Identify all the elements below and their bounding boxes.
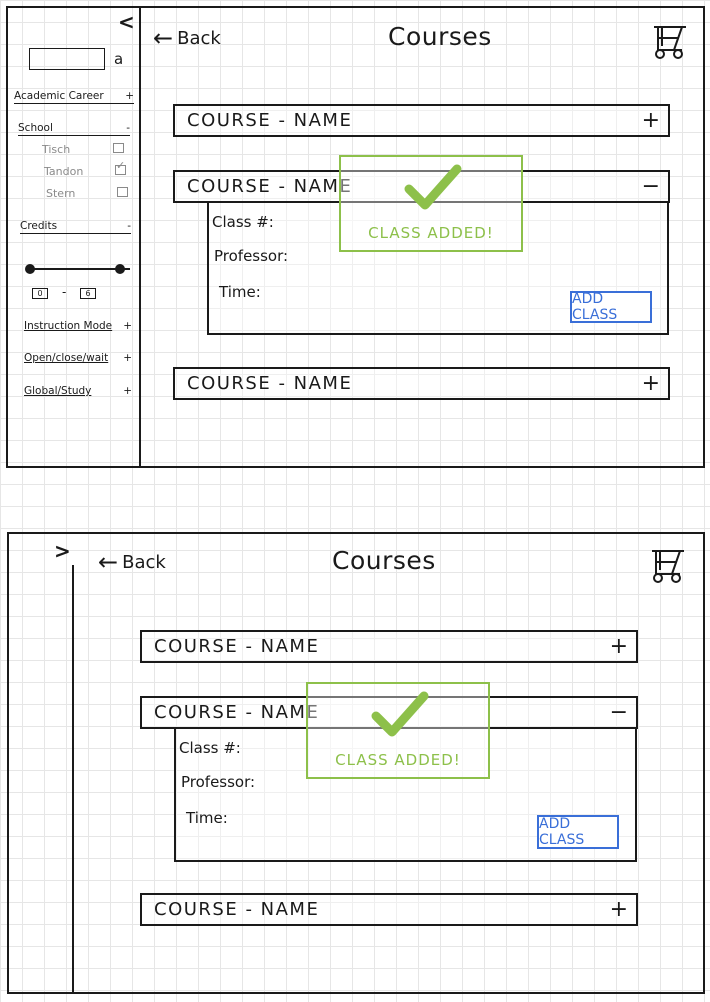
filter-academic-career-toggle[interactable]: + [125,90,134,102]
sidebar-expand-toggle[interactable]: > [54,539,71,563]
checkbox-checked[interactable] [115,159,126,175]
credits-range-separator: - [62,285,67,299]
filter-open-close-wait[interactable]: Open/close/wait + [24,352,132,365]
course-name: COURSE - NAME [154,899,320,920]
credits-max-input[interactable]: 6 [80,288,96,299]
search-icon[interactable]: a [114,50,123,68]
time-label: Time: [186,809,228,827]
checkbox[interactable] [113,143,124,153]
school-option-label: Tisch [42,143,71,156]
filter-open-close-wait-toggle[interactable]: + [123,352,132,364]
filter-credits-label: Credits [20,220,58,232]
page-title: Courses [332,546,436,575]
back-label: Back [122,551,166,573]
school-option-tisch[interactable]: Tisch [42,143,124,156]
class-number-label: Class #: [179,739,241,757]
back-arrow-icon: ← [98,548,119,576]
class-number-label: Class #: [212,213,274,231]
back-label: Back [177,27,221,49]
expand-toggle[interactable]: + [610,898,628,921]
search-input[interactable] [29,48,105,70]
back-button[interactable]: ← Back [98,550,166,574]
sidebar-collapse-toggle[interactable]: < [118,10,135,34]
course-row-collapsed[interactable]: COURSE - NAME + [140,893,638,926]
filter-instruction-mode-toggle[interactable]: + [123,320,132,332]
professor-label: Professor: [214,247,289,265]
add-class-button[interactable]: ADD CLASS [537,815,619,849]
filter-global-study-label: Global/Study [24,385,92,397]
class-added-toast: CLASS ADDED! [306,682,490,779]
collapse-toggle[interactable]: − [610,701,628,724]
school-option-stern[interactable]: Stern [46,187,128,200]
time-label: Time: [219,283,261,301]
filter-instruction-mode-label: Instruction Mode [24,320,113,332]
page-title: Courses [388,22,492,51]
back-arrow-icon: ← [153,24,174,52]
filter-credits[interactable]: Credits - [20,220,131,234]
course-name: COURSE - NAME [187,373,353,394]
checkmark-icon [371,691,429,737]
credits-slider-max-handle[interactable] [115,264,125,274]
filter-instruction-mode[interactable]: Instruction Mode + [24,320,132,333]
sidebar-divider [139,6,141,468]
filter-credits-toggle[interactable]: - [127,220,131,232]
expand-toggle[interactable]: + [642,372,660,395]
school-option-label: Stern [46,187,76,200]
credits-min-input[interactable]: 0 [32,288,48,299]
cart-icon[interactable] [642,544,692,584]
toast-message: CLASS ADDED! [335,751,461,769]
course-name: COURSE - NAME [154,702,320,723]
filter-academic-career-label: Academic Career [14,90,104,102]
school-option-tandon[interactable]: Tandon [44,159,126,178]
filter-open-close-wait-label: Open/close/wait [24,352,109,364]
course-name: COURSE - NAME [187,110,353,131]
course-name: COURSE - NAME [187,176,353,197]
expand-toggle[interactable]: + [610,635,628,658]
filter-school[interactable]: School - [18,122,130,136]
back-button[interactable]: ← Back [153,26,221,50]
school-option-label: Tandon [44,165,84,178]
filter-school-label: School [18,122,53,134]
professor-label: Professor: [181,773,256,791]
course-row-collapsed[interactable]: COURSE - NAME + [173,104,670,137]
course-name: COURSE - NAME [154,636,320,657]
filter-global-study-toggle[interactable]: + [123,385,132,397]
course-row-collapsed[interactable]: COURSE - NAME + [173,367,670,400]
cart-icon[interactable] [644,20,694,60]
filter-global-study[interactable]: Global/Study + [24,385,132,398]
filter-academic-career[interactable]: Academic Career + [14,90,134,104]
filter-school-toggle[interactable]: - [126,122,130,134]
collapse-toggle[interactable]: − [642,175,660,198]
class-added-toast: CLASS ADDED! [339,155,523,252]
collapsed-sidebar-divider [72,565,74,994]
checkbox[interactable] [117,187,128,197]
course-row-collapsed[interactable]: COURSE - NAME + [140,630,638,663]
checkmark-icon [404,164,462,210]
add-class-button[interactable]: ADD CLASS [570,291,652,323]
toast-message: CLASS ADDED! [368,224,494,242]
credits-slider-min-handle[interactable] [25,264,35,274]
expand-toggle[interactable]: + [642,109,660,132]
